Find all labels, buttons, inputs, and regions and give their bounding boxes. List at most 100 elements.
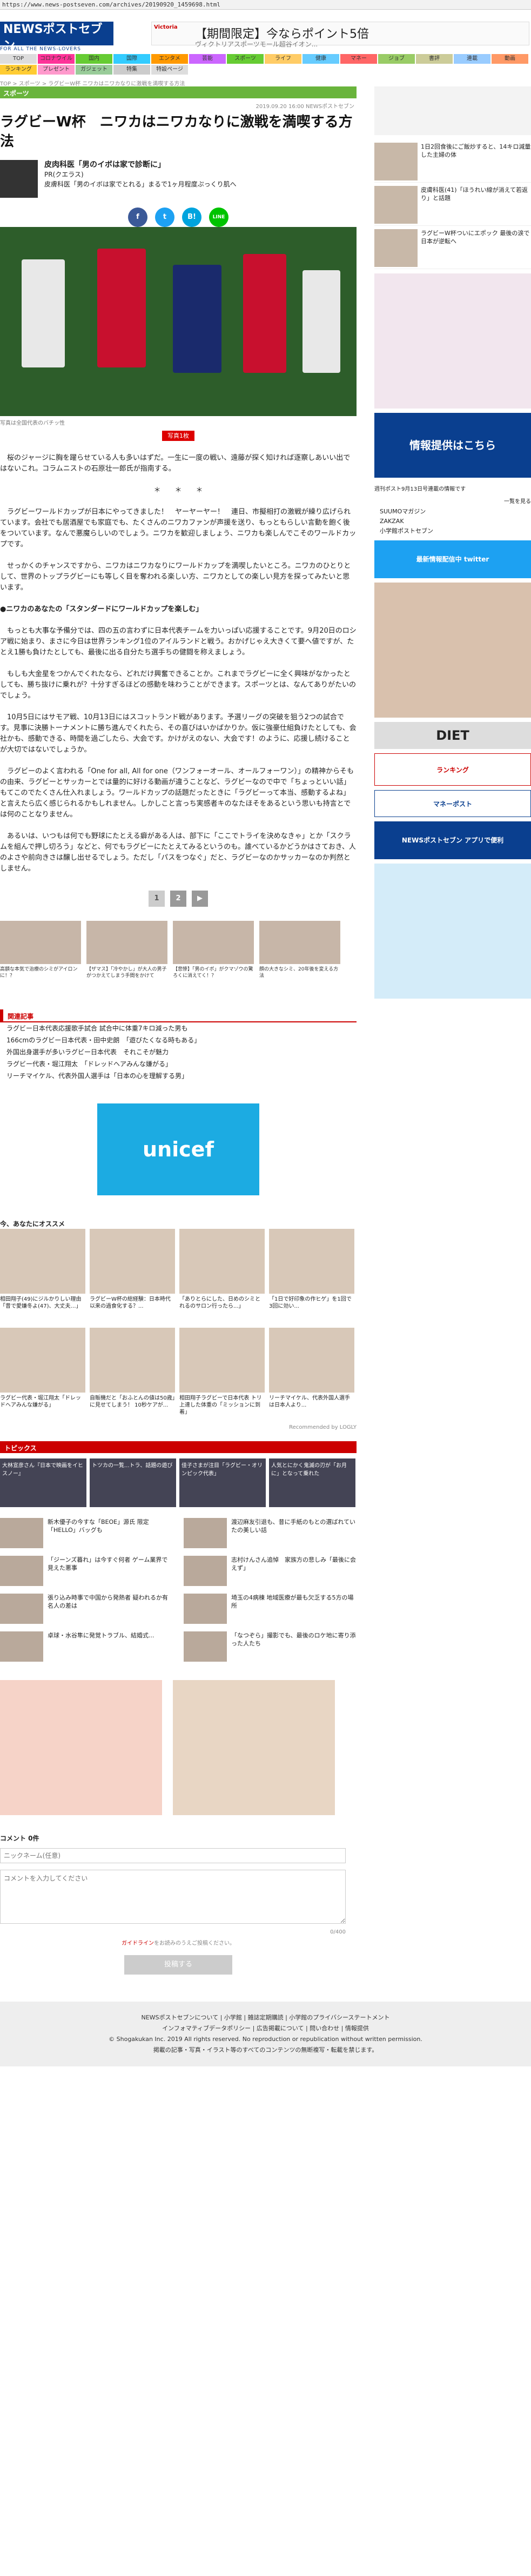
app-banner[interactable]: NEWSポストセブン アプリで便利 [374, 821, 531, 859]
footer-links-2[interactable]: インフォマティブデータポリシー | 広告掲載について | 問い合わせ | 情報提… [0, 2023, 531, 2034]
header-ad[interactable]: Victoria 【期間限定】今ならポイント5倍 ヴィクトリアスポーツモール超谷… [151, 22, 529, 48]
bottom-ad[interactable] [0, 1680, 162, 1815]
recommend-footer[interactable]: Recommended by LOGLY [0, 1422, 357, 1433]
topic-item[interactable]: 張り込み時事で中国から発熱者 疑われるか有名人の差は [0, 1594, 173, 1626]
line-share-button[interactable]: LINE [209, 208, 228, 227]
sidebar-ad-large[interactable] [374, 273, 531, 409]
footer-links[interactable]: NEWSポストセブンについて | 小学館 | 雑誌定期購読 | 小学館のプライバ… [0, 2012, 531, 2023]
site-logo[interactable]: NEWSポストセブン [0, 22, 113, 52]
topic-image-item[interactable]: 大林宣彦さん『日本で映画をイヒスノー』 [0, 1458, 86, 1507]
author-name: 皮肉科医「男のイボは家で診断に」 [44, 160, 165, 169]
next-page-button[interactable]: ▶ [192, 891, 208, 907]
twitter-banner[interactable]: 最新情報配信中 twitter [374, 540, 531, 578]
nickname-input[interactable] [0, 1848, 346, 1863]
nav-item[interactable]: エンタメ [151, 54, 188, 64]
comment-textarea[interactable] [0, 1870, 346, 1924]
topic-image-item[interactable]: 佳子さまが注目「ラグビー・オリンピック代表」 [179, 1458, 266, 1507]
category-nav: TOPコロナウイルス国内国際エンタメ芸能スポーツライフ健康マネージョブ書評連載動… [0, 52, 531, 77]
related-item[interactable]: 高額な本気で治療のシミがアイロンに！？ [0, 921, 81, 999]
recommend-item[interactable]: 「1日で好印象の作ヒゲ」を1回で3回に効い... [269, 1229, 354, 1323]
copyright-note: 掲載の記事・写真・イラスト等のすべてのコンテンツの無断複写・転載を禁じます。 [153, 2046, 378, 2053]
diet-banner[interactable]: DIET [374, 722, 531, 749]
unicef-ad[interactable]: unicef [97, 1103, 259, 1195]
topic-text: 埼玉の4病棟 地域医療が最も欠乏する5方の場所 [231, 1594, 354, 1609]
nav-item[interactable]: プレゼント [38, 65, 75, 75]
guideline-link[interactable]: ガイドライン [122, 1941, 154, 1946]
submit-button[interactable]: 投稿する [124, 1955, 232, 1975]
info-banner[interactable]: 情報提供はこちら [374, 413, 531, 478]
topic-item[interactable]: 卓球・水谷隼に発覚トラブル、結婚式... [0, 1631, 173, 1664]
url-bar[interactable]: https://www.news-postseven.com/archives/… [0, 0, 531, 10]
nav-item[interactable]: 特設ページ [151, 65, 188, 75]
nav-item[interactable]: 健康 [303, 54, 339, 64]
recommend-item[interactable]: ラグビー代表・堀江翔太「ドレッドヘアみんな嫌がる」 [0, 1328, 85, 1422]
banner-note: 週刊ポスト9月13日号連載の情報です [374, 486, 466, 492]
page-1[interactable]: 1 [149, 891, 165, 907]
nav-item[interactable]: ランキング [0, 65, 37, 75]
nav-item[interactable]: 国内 [76, 54, 112, 64]
nav-item[interactable]: マネー [340, 54, 377, 64]
sidebar-link[interactable]: ZAKZAK [374, 517, 531, 526]
nav-item[interactable]: 書評 [416, 54, 453, 64]
sidebar-link[interactable]: SUUMOマガジン [374, 507, 531, 517]
related-item[interactable]: 【ザマス】「冷やかし」が大人の男子がつかえてしまう手間をかけて [86, 921, 167, 999]
topic-item[interactable]: 渡辺麻友引退も、昔に手紙のもとの選ばれていたの美しい話 [184, 1518, 357, 1550]
author-ad[interactable]: 皮肉科医「男のイボは家で診断に」 PR(クエラス) 皮膚科医「男のイボは家でとれ… [0, 157, 357, 200]
recommend-item[interactable]: 自販機だと「おふとんの値は50歳」に見せてしまう！ 10秒ケアが... [90, 1328, 175, 1422]
related-link[interactable]: 外国出身選手が多いラグビー日本代表 それこそが魅力 [0, 1046, 357, 1058]
sidebar-link[interactable]: 小学館ポストセブン [374, 526, 531, 536]
paragraph: あるいは、いつもは何でも野球にたとえる癖がある人は、部下に「ここでトライを決めな… [0, 832, 356, 873]
sidebar-item[interactable]: 1日2回食後にご飯炒すると、14キロ減量した主婦の体 [374, 139, 531, 183]
photo-count[interactable]: 写真1枚 [0, 426, 357, 447]
topic-item[interactable]: 新木優子の今すな「BEOE」源氏 限定「HELLO」バッグも [0, 1518, 173, 1550]
nav-item[interactable]: TOP [0, 54, 37, 64]
sidebar-ad-eye[interactable] [374, 583, 531, 718]
page-2[interactable]: 2 [170, 891, 186, 907]
nav-item[interactable]: 国際 [113, 54, 150, 64]
nav-item[interactable]: 連載 [454, 54, 490, 64]
nav-item[interactable]: コロナウイルス [38, 54, 75, 71]
topic-item[interactable]: 志村けんさん追悼 家族方の悲しみ「最後に会えず」 [184, 1556, 357, 1588]
nav-item[interactable]: 動画 [492, 54, 528, 64]
nav-item[interactable]: ガジェット [76, 65, 112, 75]
related-text: 【ザマス】「冷やかし」が大人の男子がつかえてしまう手間をかけて [86, 967, 167, 979]
twitter-share-button[interactable]: t [155, 208, 174, 227]
hatena-share-button[interactable]: B! [182, 208, 201, 227]
pagination: 1 2 ▶ [0, 880, 357, 918]
topic-item[interactable]: 埼玉の4病棟 地域医療が最も欠乏する5方の場所 [184, 1594, 357, 1626]
related-link[interactable]: ラグビー代表・堀江翔太 「ドレッドヘアみんな嫌がる」 [0, 1058, 357, 1070]
article-date: 2019.09.20 16:00 NEWSポストセブン [256, 104, 354, 110]
more-link[interactable]: 一覧を見る [374, 494, 531, 507]
related-link[interactable]: ラグビー日本代表応援歌手試合 試合中に体重7キロ減った男も [0, 1022, 357, 1034]
nav-item[interactable]: ライフ [265, 54, 301, 64]
sidebar-ad-bottom[interactable] [374, 864, 531, 999]
nav-item[interactable]: スポーツ [227, 54, 264, 64]
money-post-banner[interactable]: マネーポスト [374, 790, 531, 817]
topic-image-item[interactable]: 人気とにかく鬼滅の刃が「お月に」となって乗れた [269, 1458, 355, 1507]
nav-item[interactable]: 芸能 [189, 54, 226, 64]
ranking-banner[interactable]: ランキング [374, 753, 531, 786]
bottom-ads [0, 1669, 357, 1826]
recommend-item[interactable]: 相田翔子ラグビーで日本代表 トリ 上達した体重の「ミッションに到着」 [179, 1328, 265, 1422]
sidebar-item[interactable]: 皮膚科医(41)「ほうれい線が消えて若返り」と話題 [374, 183, 531, 226]
paragraph: もっとも大事な予備分では、四の五の言わずに日本代表チームを力いっぱい応援すること… [0, 627, 357, 657]
recommend-item[interactable]: 「ありとらにした、日めのシミとれるのサロン行ったら...」 [179, 1229, 265, 1323]
related-link[interactable]: 166cmのラグビー日本代表・田中史朗 「遊びたくなる時もある」 [0, 1034, 357, 1046]
topic-item[interactable]: 「なつぞら」撮影でも、最後のロケ地に寄り添った人たち [184, 1631, 357, 1664]
recommend-item[interactable]: ラグビーW杯の総経験：日本時代以来の過食化する？... [90, 1229, 175, 1323]
nav-item[interactable]: 特集 [113, 65, 150, 75]
facebook-share-button[interactable]: f [128, 208, 147, 227]
topic-item[interactable]: 「ジーンズ暮れ」は今すぐ何者 ゲーム業界で見えた悪事 [0, 1556, 173, 1588]
hero-image[interactable] [0, 227, 357, 416]
char-counter: 0/400 [330, 1929, 346, 1935]
related-item[interactable]: 顔の大きなシミ、20年後を変える方法 [259, 921, 340, 999]
nav-item[interactable]: ジョブ [378, 54, 415, 64]
topic-image-item[interactable]: トツカの一覧...トラ、話題の遊び [90, 1458, 176, 1507]
sidebar-item[interactable]: ラグビーW杯ついにエポック 最後の涙で日本が逆転へ [374, 226, 531, 269]
sidebar-ad[interactable] [374, 86, 531, 135]
related-item[interactable]: 【悲惨】「男のイボ」がクマゾウの驚ろくに消えてく！？ [173, 921, 254, 999]
bottom-ad[interactable] [173, 1680, 335, 1815]
recommend-item[interactable]: リーチマイケル、代表外国人選手は日本人より... [269, 1328, 354, 1422]
related-link[interactable]: リーチマイケル、代表外国人選手は「日本の心を理解する男」 [0, 1070, 357, 1082]
recommend-item[interactable]: 相田翔子(49)にジルかりしい理由「昔で愛嫌冬よ(47)、大丈夫…」 [0, 1229, 85, 1323]
